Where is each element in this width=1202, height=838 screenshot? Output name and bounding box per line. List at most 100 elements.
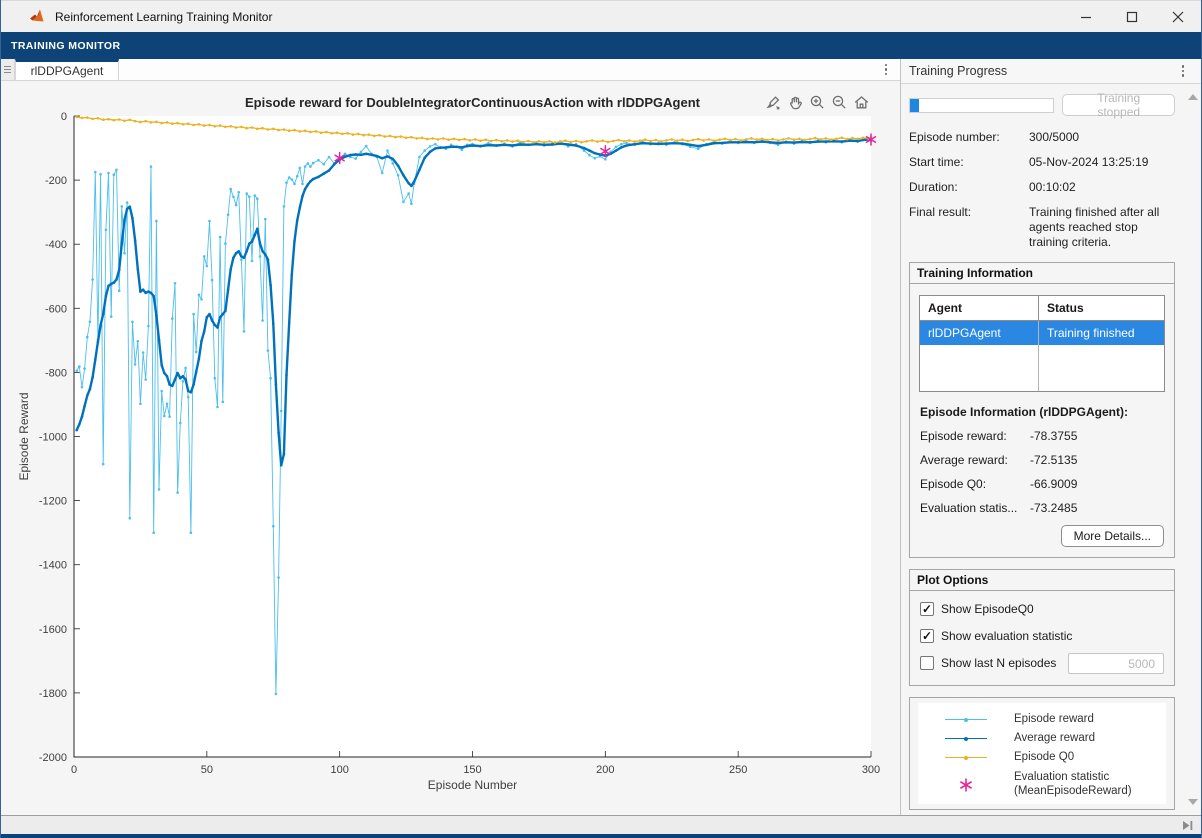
legend-label-line1: Evaluation statistic (1014, 771, 1132, 785)
svg-text:0: 0 (71, 764, 77, 776)
stat-label: Evaluation statis... (920, 501, 1030, 515)
legend-label: Average reward (1014, 732, 1095, 746)
tab-grip-handle[interactable] (1, 59, 15, 80)
brush-button[interactable] (764, 93, 782, 111)
stat-label: Episode Q0: (920, 477, 1030, 491)
svg-text:-200: -200 (45, 175, 67, 187)
maximize-icon (1126, 11, 1138, 23)
status-cell: Training finished (1039, 321, 1164, 345)
field-label: Start time: (909, 155, 1029, 170)
pan-button[interactable] (786, 93, 804, 111)
brush-icon (765, 94, 782, 111)
final-result-value: Training finished after all agents reach… (1029, 205, 1175, 250)
evaluation-statistic-value: -73.2485 (1030, 501, 1077, 515)
plot-options-section: Plot Options Show EpisodeQ0 Show evaluat… (909, 569, 1175, 686)
episode-q0-value: -66.9009 (1030, 477, 1077, 491)
show-evaluation-statistic-checkbox[interactable]: Show evaluation statistic (920, 629, 1174, 643)
checkbox-label: Show last N episodes (941, 656, 1056, 670)
asterisk-marker (918, 777, 1014, 793)
zoom-out-icon (831, 94, 848, 111)
table-row[interactable]: rlDDPGAgent Training finished (920, 321, 1164, 345)
field-label: Episode number: (909, 130, 1029, 145)
zoom-in-icon (809, 94, 826, 111)
legend-label: Episode reward (1014, 713, 1094, 727)
svg-text:-2000: -2000 (39, 752, 67, 764)
field-label: Duration: (909, 180, 1029, 195)
legend-item-average-reward: Average reward (918, 729, 1166, 748)
legend-item-episode-reward: Episode reward (918, 710, 1166, 729)
svg-text:-600: -600 (45, 303, 67, 315)
zoom-in-button[interactable] (808, 93, 826, 111)
zoom-out-button[interactable] (830, 93, 848, 111)
training-progress-panel: Training Progress Training stopped Episo… (901, 59, 1201, 815)
line-dot-marker (918, 738, 1014, 740)
panel-actions-button[interactable] (1173, 65, 1193, 77)
n-episodes-input[interactable] (1068, 653, 1164, 674)
table-empty-area (920, 345, 1164, 391)
chart-legend: Episode reward Average reward Episode Q0 (909, 697, 1175, 810)
close-button[interactable] (1155, 1, 1201, 32)
legend-label-line2: (MeanEpisodeReward) (1014, 785, 1132, 799)
matlab-logo-icon (29, 8, 46, 25)
ribbon-tab-training-monitor[interactable]: TRAINING MONITOR (1, 40, 120, 52)
line-dot-marker (918, 719, 1014, 721)
document-tabstrip: rlDDPGAgent (1, 59, 900, 81)
episode-number-value: 300/5000 (1029, 130, 1175, 145)
window-title: Reinforcement Learning Training Monitor (55, 10, 272, 24)
checkbox-label: Show evaluation statistic (941, 629, 1072, 643)
home-icon (853, 94, 870, 111)
scroll-up-icon[interactable] (1188, 94, 1198, 100)
svg-text:300: 300 (862, 764, 880, 776)
titlebar: Reinforcement Learning Training Monitor (1, 0, 1201, 32)
agent-status-table: Agent Status rlDDPGAgent Training finish… (919, 295, 1165, 392)
column-header-status: Status (1039, 296, 1164, 321)
panel-body: Training stopped Episode number: 300/500… (901, 84, 1201, 815)
tab-actions-button[interactable] (872, 59, 900, 80)
axes-toolbar (764, 93, 870, 111)
figure-pane: rlDDPGAgent 0501001502002503000-200-400-… (1, 59, 901, 815)
stat-label: Episode reward: (920, 429, 1030, 443)
svg-text:100: 100 (330, 764, 348, 776)
episode-reward-value: -78.3755 (1030, 429, 1077, 443)
checkbox-label: Show EpisodeQ0 (941, 602, 1034, 616)
expand-panel-button[interactable] (1180, 818, 1195, 833)
section-title: Plot Options (910, 570, 1174, 591)
pan-icon (787, 94, 804, 111)
svg-text:-1400: -1400 (39, 560, 67, 572)
tab-label: rlDDPGAgent (31, 64, 104, 78)
field-label: Final result: (909, 205, 1029, 250)
more-details-button[interactable]: More Details... (1061, 525, 1164, 547)
tab-rlddpgagent[interactable]: rlDDPGAgent (15, 59, 119, 80)
statusbar (1, 815, 1201, 834)
reward-chart[interactable]: 0501001502002503000-200-400-600-800-1000… (1, 81, 899, 812)
show-last-n-episodes-checkbox[interactable]: Show last N episodes (920, 656, 1174, 670)
svg-text:-1200: -1200 (39, 496, 67, 508)
checkbox-icon (920, 656, 934, 670)
maximize-button[interactable] (1109, 1, 1155, 32)
training-stopped-button[interactable]: Training stopped (1062, 94, 1175, 116)
close-icon (1172, 11, 1184, 23)
asterisk-icon (958, 777, 974, 793)
agent-cell: rlDDPGAgent (920, 321, 1039, 345)
start-time-value: 05-Nov-2024 13:25:19 (1029, 155, 1175, 170)
svg-text:Episode Reward: Episode Reward (17, 392, 31, 480)
checkbox-icon (920, 602, 934, 616)
show-episodeq0-checkbox[interactable]: Show EpisodeQ0 (920, 602, 1174, 616)
ribbon: TRAINING MONITOR (1, 32, 1201, 59)
legend-item-evaluation-statistic: Evaluation statistic (MeanEpisodeReward) (918, 771, 1166, 798)
chart-title: Episode reward for DoubleIntegratorConti… (74, 95, 871, 110)
scroll-down-icon[interactable] (1188, 799, 1198, 805)
minimize-button[interactable] (1063, 1, 1109, 32)
svg-text:250: 250 (729, 764, 747, 776)
column-header-agent: Agent (920, 296, 1039, 321)
restore-view-button[interactable] (852, 93, 870, 111)
training-progress-bar (909, 98, 1054, 113)
svg-text:150: 150 (463, 764, 481, 776)
kebab-menu-icon (1182, 65, 1185, 77)
line-dot-marker (918, 757, 1014, 759)
svg-text:0: 0 (61, 111, 67, 123)
legend-label: Episode Q0 (1014, 751, 1074, 765)
svg-text:50: 50 (201, 764, 213, 776)
panel-scrollbar[interactable] (1184, 84, 1201, 815)
average-reward-value: -72.5135 (1030, 453, 1077, 467)
